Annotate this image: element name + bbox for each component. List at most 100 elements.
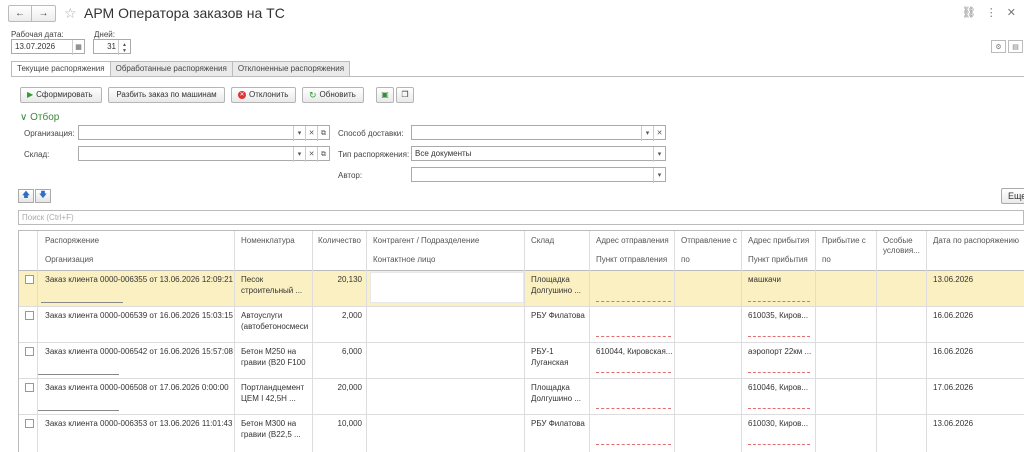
- table-row[interactable]: Заказ клиента 0000-006355 от 13.06.2026 …: [19, 271, 1024, 306]
- col-dep-from[interactable]: Отправление с: [677, 236, 737, 245]
- open-icon[interactable]: ⧉: [317, 147, 329, 162]
- date-field[interactable]: 13.07.2026 ▦: [11, 39, 85, 55]
- author-field[interactable]: ▾: [411, 167, 666, 183]
- calendar-icon[interactable]: ▦: [72, 40, 84, 55]
- reject-icon: ✕: [238, 91, 246, 99]
- org-field[interactable]: ▾ ✕ ⧉: [78, 125, 330, 141]
- split-order-button[interactable]: Разбить заказ по машинам: [108, 87, 225, 103]
- col-order[interactable]: Распоряжение: [41, 236, 99, 245]
- dropdown-icon[interactable]: ▾: [653, 168, 665, 183]
- clear-icon[interactable]: ✕: [653, 126, 665, 141]
- col-org[interactable]: Организация: [41, 255, 93, 264]
- col-to-addr[interactable]: Адрес прибытия: [744, 236, 809, 245]
- filter-title: Отбор: [30, 112, 60, 123]
- warehouse-cell: РБУ Филатова: [531, 311, 585, 320]
- warehouse-cell-2: Долгушино ...: [531, 394, 582, 403]
- title-bar: ← → ☆ АРМ Оператора заказов на ТС ⛓ ⋮ ✕: [0, 0, 1024, 28]
- link-icon[interactable]: ⛓: [962, 6, 976, 19]
- back-button[interactable]: ←: [8, 5, 32, 22]
- move-up-button[interactable]: 🡅: [18, 189, 34, 203]
- more-button[interactable]: Еще: [1001, 188, 1024, 204]
- date-cell: 16.06.2026: [933, 347, 974, 356]
- refresh-button[interactable]: ↻ Обновить: [302, 87, 364, 103]
- excel-export-button[interactable]: ▣: [376, 87, 394, 103]
- col-separator: [815, 231, 816, 452]
- col-nomen[interactable]: Номенклатура: [237, 236, 295, 245]
- table-row[interactable]: Заказ клиента 0000-006353 от 13.06.2026 …: [19, 415, 1024, 452]
- forward-button[interactable]: →: [32, 5, 56, 22]
- col-dep-to[interactable]: по: [677, 255, 690, 264]
- qty-cell: 2,000: [341, 311, 362, 320]
- dropdown-icon[interactable]: ▾: [293, 147, 305, 162]
- row-checkbox[interactable]: [25, 383, 34, 392]
- dropdown-icon[interactable]: ▾: [653, 147, 665, 162]
- col-qty[interactable]: Количество: [314, 236, 361, 245]
- search-input[interactable]: Поиск (Ctrl+F): [18, 210, 1024, 225]
- col-from-point[interactable]: Пункт отправления: [592, 255, 667, 264]
- filter-group-header[interactable]: ∨ Отбор: [20, 112, 59, 123]
- refresh-label: Обновить: [319, 90, 356, 99]
- nomen-cell-2: строительный ...: [241, 286, 303, 295]
- row-checkbox[interactable]: [25, 347, 34, 356]
- row-checkbox[interactable]: [25, 275, 34, 284]
- author-label: Автор:: [338, 171, 363, 180]
- tab-current[interactable]: Текущие распоряжения: [11, 61, 111, 77]
- warehouse-cell: РБУ Филатова: [531, 419, 585, 428]
- table-view-icon[interactable]: ▤: [1008, 40, 1023, 53]
- reject-button[interactable]: ✕ Отклонить: [231, 87, 296, 103]
- dropdown-icon[interactable]: ▾: [641, 126, 653, 141]
- qty-cell: 20,130: [337, 275, 362, 284]
- to-point-underline: [748, 301, 810, 302]
- delivery-label: Способ доставки:: [338, 129, 404, 138]
- spinner-icon[interactable]: ▲ ▼: [118, 40, 130, 55]
- table-row[interactable]: Заказ клиента 0000-006542 от 16.06.2026 …: [19, 343, 1024, 378]
- contractor-edit-cell[interactable]: [370, 272, 524, 303]
- col-arr-from[interactable]: Прибытие с: [818, 236, 866, 245]
- col-warehouse[interactable]: Склад: [527, 236, 554, 245]
- col-special[interactable]: Особые условия...: [879, 236, 927, 256]
- delivery-field[interactable]: ▾ ✕: [411, 125, 666, 141]
- clear-icon[interactable]: ✕: [305, 147, 317, 162]
- tab-rejected[interactable]: Отклоненные распоряжения: [231, 61, 351, 76]
- table-row[interactable]: Заказ клиента 0000-006508 от 17.06.2026 …: [19, 379, 1024, 414]
- reject-label: Отклонить: [249, 90, 289, 99]
- arrow-up-icon: 🡅: [21, 190, 31, 199]
- to-cell: 610035, Киров...: [748, 311, 809, 320]
- warehouse-label: Склад:: [24, 150, 50, 159]
- table-row[interactable]: Заказ клиента 0000-006539 от 16.06.2026 …: [19, 307, 1024, 342]
- move-down-button[interactable]: 🡇: [35, 189, 51, 203]
- close-icon[interactable]: ✕: [1007, 6, 1016, 19]
- col-from-addr[interactable]: Адрес отправления: [592, 236, 669, 245]
- to-cell: аэропорт 22км ...: [748, 347, 812, 356]
- col-arr-to[interactable]: по: [818, 255, 831, 264]
- form-button[interactable]: ▶ Сформировать: [20, 87, 102, 103]
- from-point-underline: [596, 372, 671, 373]
- from-cell: 610044, Кировская...: [596, 347, 673, 356]
- col-contact[interactable]: Контактное лицо: [369, 255, 435, 264]
- to-cell: 610030, Киров...: [748, 419, 809, 428]
- settings-icon[interactable]: ⚙: [991, 40, 1006, 53]
- arrow-left-icon: ←: [15, 8, 25, 19]
- warehouse-cell: Площадка: [531, 383, 570, 392]
- arrow-down-icon: 🡇: [38, 190, 48, 199]
- col-date[interactable]: Дата по распоряжению: [929, 236, 1019, 245]
- col-contractor[interactable]: Контрагент / Подразделение: [369, 236, 479, 245]
- row-checkbox[interactable]: [25, 311, 34, 320]
- type-field[interactable]: Все документы ▾: [411, 146, 666, 162]
- org-label: Организация:: [24, 129, 75, 138]
- copy-button[interactable]: ❐: [396, 87, 414, 103]
- col-to-point[interactable]: Пункт прибытия: [744, 255, 808, 264]
- favorite-star-icon[interactable]: ☆: [64, 5, 77, 21]
- days-field[interactable]: 31 ▲ ▼: [93, 39, 131, 55]
- open-icon[interactable]: ⧉: [317, 126, 329, 141]
- clear-icon[interactable]: ✕: [305, 126, 317, 141]
- date-cell: 16.06.2026: [933, 311, 974, 320]
- warehouse-field[interactable]: ▾ ✕ ⧉: [78, 146, 330, 162]
- row-checkbox[interactable]: [25, 419, 34, 428]
- col-separator: [366, 231, 367, 452]
- to-point-underline: [748, 336, 810, 337]
- tab-divider: [11, 76, 1024, 77]
- dropdown-icon[interactable]: ▾: [293, 126, 305, 141]
- more-menu-icon[interactable]: ⋮: [986, 6, 997, 19]
- tab-processed[interactable]: Обработанные распоряжения: [109, 61, 233, 76]
